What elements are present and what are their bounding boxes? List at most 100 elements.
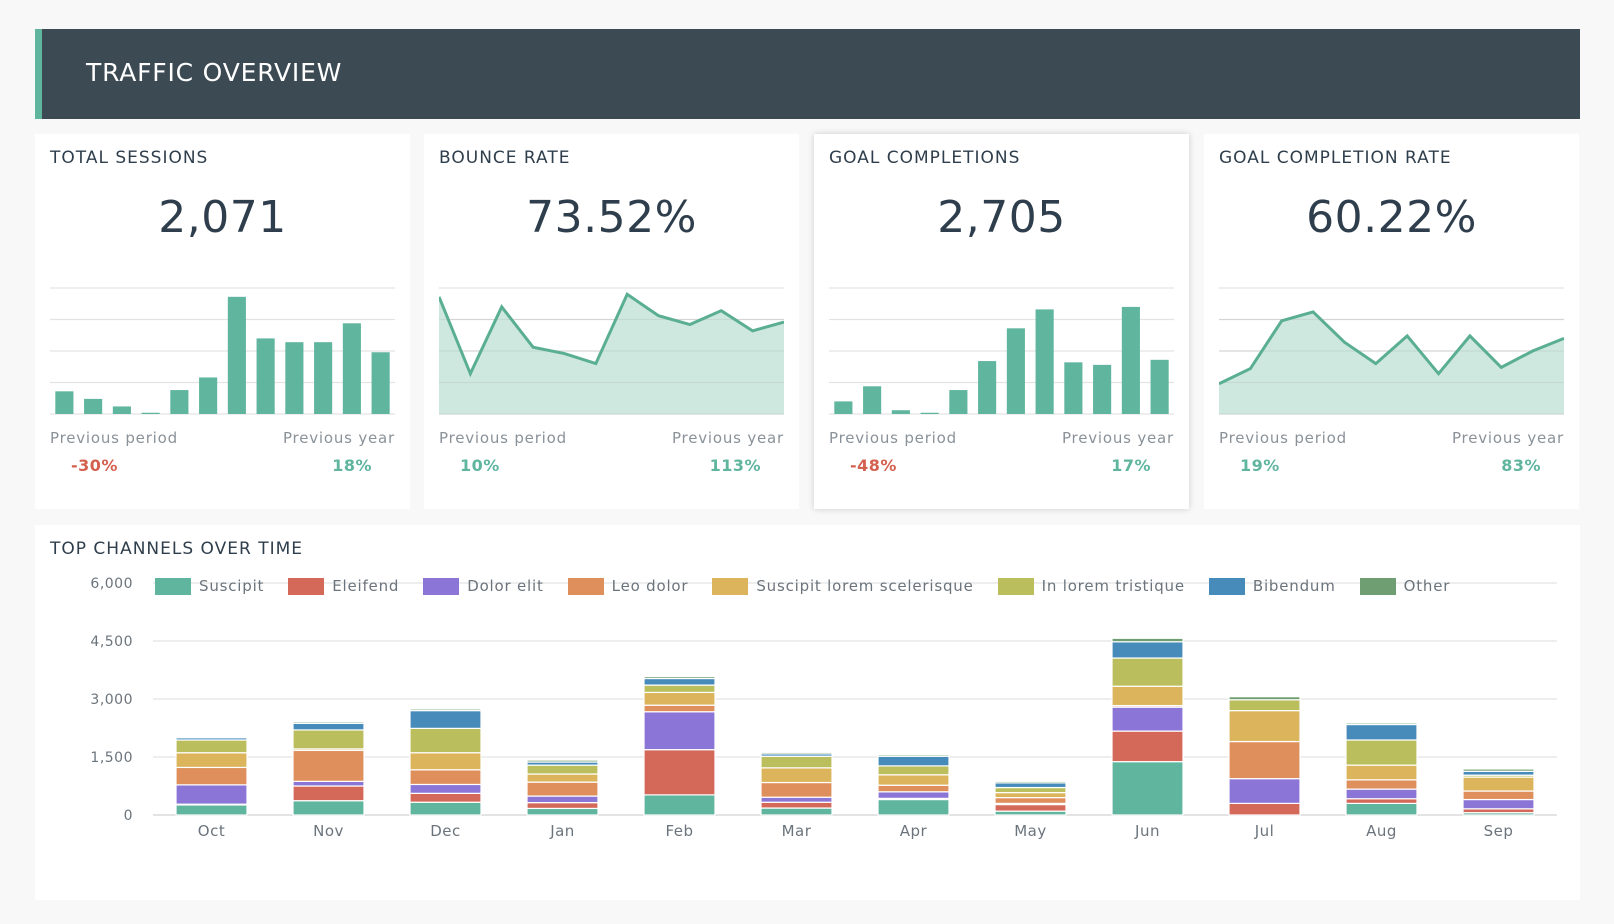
bar-segment[interactable]: [526, 807, 599, 816]
bar-segment[interactable]: [877, 754, 950, 757]
bar-segment[interactable]: [1345, 788, 1418, 800]
kpi-card-goal-completion-rate[interactable]: GOAL COMPLETION RATE 60.22% Previous per…: [1204, 134, 1579, 509]
bar-segment[interactable]: [526, 764, 599, 775]
bar-segment[interactable]: [409, 801, 482, 816]
bar-segment[interactable]: [1111, 641, 1184, 659]
bar-segment[interactable]: [175, 804, 248, 816]
kpi-card-bounce-rate[interactable]: BOUNCE RATE 73.52% Previous period Previ…: [424, 134, 799, 509]
bar-segment[interactable]: [877, 784, 950, 793]
bar-segment[interactable]: [760, 767, 833, 784]
bar-segment[interactable]: [1111, 657, 1184, 687]
bar-segment[interactable]: [877, 765, 950, 776]
bar-segment[interactable]: [994, 786, 1067, 794]
bar-segment[interactable]: [1228, 778, 1301, 805]
kpi-card-goal-completions[interactable]: GOAL COMPLETIONS 2,705 Previous period P…: [814, 134, 1189, 509]
legend-item[interactable]: Suscipit lorem scelerisque: [712, 577, 973, 595]
bar-segment[interactable]: [292, 729, 365, 750]
bar-segment[interactable]: [877, 791, 950, 799]
bar-segment[interactable]: [994, 803, 1067, 812]
legend-item[interactable]: In lorem tristique: [997, 577, 1185, 595]
bar-segment[interactable]: [1345, 802, 1418, 816]
bar-segment[interactable]: [1462, 776, 1535, 792]
bar-segment[interactable]: [760, 751, 833, 755]
bar-segment[interactable]: [1462, 798, 1535, 810]
bar-segment[interactable]: [1462, 790, 1535, 801]
bar-segment[interactable]: [292, 800, 365, 816]
bar-segment[interactable]: [760, 796, 833, 803]
bar-segment[interactable]: [1345, 798, 1418, 805]
bar-segment[interactable]: [526, 802, 599, 810]
bar-segment[interactable]: [643, 677, 716, 686]
bar-segment[interactable]: [1228, 699, 1301, 712]
bar-segment[interactable]: [175, 739, 248, 754]
bar-segment[interactable]: [643, 675, 716, 680]
bar-segment[interactable]: [877, 798, 950, 816]
bar-segment[interactable]: [526, 759, 599, 763]
bar-segment[interactable]: [994, 782, 1067, 789]
bar-segment[interactable]: [409, 708, 482, 712]
bar-segment[interactable]: [409, 727, 482, 754]
legend-swatch: [997, 577, 1034, 595]
bar-segment[interactable]: [1345, 764, 1418, 781]
legend-item[interactable]: Bibendum: [1208, 577, 1336, 595]
bar-segment[interactable]: [643, 704, 716, 713]
bar-segment[interactable]: [409, 769, 482, 786]
legend-item[interactable]: Leo dolor: [567, 577, 689, 595]
bar-segment[interactable]: [526, 781, 599, 797]
bar-segment[interactable]: [175, 752, 248, 769]
bar-segment[interactable]: [1228, 740, 1301, 780]
bar-segment[interactable]: [175, 735, 248, 739]
bar-segment[interactable]: [1111, 706, 1184, 732]
bar-segment[interactable]: [643, 711, 716, 751]
bar-segment[interactable]: [1111, 761, 1184, 816]
bar-segment[interactable]: [994, 780, 1067, 784]
bar-segment[interactable]: [1228, 802, 1301, 816]
bar-segment[interactable]: [877, 774, 950, 786]
kpi-card-total-sessions[interactable]: TOTAL SESSIONS 2,071 Previous period Pre…: [35, 134, 410, 509]
bar-segment[interactable]: [994, 791, 1067, 799]
bar-segment[interactable]: [1345, 779, 1418, 790]
bar-segment[interactable]: [643, 684, 716, 694]
sparkline-bar: [371, 352, 390, 414]
bar-segment[interactable]: [1345, 739, 1418, 766]
bar-segment[interactable]: [1345, 723, 1418, 741]
bar-segment[interactable]: [175, 784, 248, 805]
y-tick-label: 3,000: [90, 692, 133, 708]
bar-segment[interactable]: [760, 801, 833, 809]
bar-segment[interactable]: [643, 691, 716, 706]
legend-label: Other: [1403, 577, 1451, 595]
bar-segment[interactable]: [760, 781, 833, 798]
bar-segment[interactable]: [1111, 730, 1184, 763]
bar-segment[interactable]: [1228, 710, 1301, 743]
legend-label: Eleifend: [332, 577, 400, 595]
bar-segment[interactable]: [292, 749, 365, 782]
bar-segment[interactable]: [409, 752, 482, 771]
legend-item[interactable]: Suscipit: [155, 577, 264, 595]
bar-segment[interactable]: [1111, 637, 1184, 643]
sparkline-bar: [227, 296, 246, 414]
bar-segment[interactable]: [292, 785, 365, 802]
bar-segment[interactable]: [175, 766, 248, 786]
bar-segment[interactable]: [994, 797, 1067, 805]
bar-segment[interactable]: [1228, 696, 1301, 701]
bar-segment[interactable]: [1111, 685, 1184, 707]
legend-item[interactable]: Dolor elit: [423, 577, 543, 595]
bar-segment[interactable]: [526, 773, 599, 783]
bar-segment[interactable]: [643, 749, 716, 796]
bar-segment[interactable]: [292, 722, 365, 731]
bar-segment[interactable]: [1462, 768, 1535, 772]
bar-segment[interactable]: [1345, 722, 1418, 726]
bar-segment[interactable]: [409, 783, 482, 794]
bar-segment[interactable]: [877, 755, 950, 767]
bar-segment[interactable]: [760, 807, 833, 816]
bar-segment[interactable]: [292, 780, 365, 787]
bar-segment[interactable]: [409, 792, 482, 803]
bar-segment[interactable]: [409, 710, 482, 729]
bar-segment[interactable]: [292, 721, 365, 724]
bar-segment[interactable]: [760, 755, 833, 769]
legend-item[interactable]: Eleifend: [288, 577, 399, 595]
legend-swatch: [567, 577, 604, 595]
bar-segment[interactable]: [643, 794, 716, 816]
bar-segment[interactable]: [526, 795, 599, 804]
legend-item[interactable]: Other: [1359, 577, 1451, 595]
